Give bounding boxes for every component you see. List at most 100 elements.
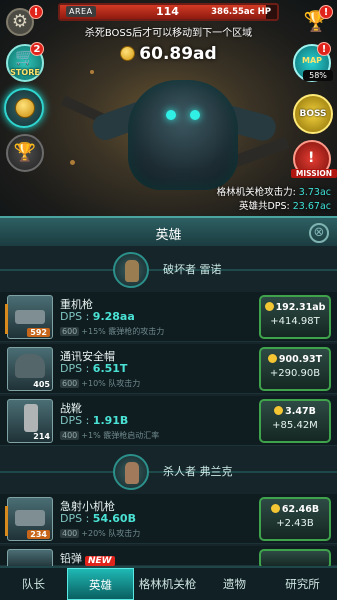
item-level: 234 bbox=[27, 530, 50, 539]
coin-icon bbox=[267, 354, 277, 363]
upgrade-gain: +2.43B bbox=[276, 518, 314, 529]
boots-icon bbox=[24, 404, 38, 432]
item-dps: DPS : 1.91B bbox=[60, 414, 128, 427]
hero-panel[interactable]: 英雄 ⊗ 破坏者 雷诺 592 重机枪 DPS : 9.28aa 600 +15%… bbox=[0, 216, 337, 569]
mission-button[interactable]: ! MISSION bbox=[291, 140, 337, 178]
bonus-level-tag: 400 bbox=[60, 529, 80, 538]
gold-bonus-button[interactable] bbox=[4, 88, 44, 128]
hero-name: 破坏者 雷诺 bbox=[163, 263, 222, 276]
trophy-icon: 🏆 bbox=[13, 142, 37, 163]
tab-gatling[interactable]: 格林机关枪 bbox=[134, 568, 201, 600]
helmet-icon bbox=[15, 354, 45, 378]
stat-value: 23.67ac bbox=[292, 201, 331, 212]
item-icon[interactable]: 214 bbox=[7, 399, 53, 443]
dps-label: DPS : bbox=[60, 414, 93, 427]
spark bbox=[70, 160, 75, 165]
upgrade-cost: 62.46B bbox=[261, 504, 329, 515]
map-alert-badge: ! bbox=[317, 42, 331, 56]
boss-eye bbox=[166, 110, 176, 120]
coin-icon bbox=[274, 406, 284, 415]
boss-eye bbox=[190, 110, 200, 120]
ranking-button[interactable]: 🏆 bbox=[6, 134, 44, 172]
item-level: 214 bbox=[33, 432, 50, 441]
alert-icon: ! bbox=[308, 150, 315, 166]
close-icon[interactable]: ⊗ bbox=[309, 223, 329, 243]
dps-value: 1.91B bbox=[92, 414, 129, 427]
tab-captain[interactable]: 队长 bbox=[0, 568, 67, 600]
dps-label: DPS : bbox=[60, 362, 93, 375]
item-dps: DPS : 6.51T bbox=[60, 362, 127, 375]
bonus-text: +15% 霰弹枪的攻击力 bbox=[81, 327, 165, 336]
stat-value: 3.73ac bbox=[298, 187, 331, 198]
upgrade-button[interactable]: 62.46B +2.43B bbox=[259, 497, 331, 541]
upgrade-gain: +85.42M bbox=[272, 420, 318, 431]
upgrade-button[interactable]: 192.31ab +414.98T bbox=[259, 295, 331, 339]
map-progress: 58% bbox=[303, 70, 333, 81]
achievement-alert-badge: ! bbox=[319, 5, 333, 19]
upgrade-gain: +290.90B bbox=[269, 368, 321, 379]
boss-label: BOSS bbox=[299, 109, 327, 119]
item-bonus: 600 +10% 队攻击力 bbox=[60, 378, 140, 389]
area-number: 114 bbox=[156, 5, 179, 18]
heavy-gun-icon bbox=[15, 310, 45, 324]
cost-value: 62.46B bbox=[281, 504, 320, 515]
upgrade-cost: 192.31ab bbox=[261, 302, 329, 313]
dps-value: 6.51T bbox=[92, 362, 128, 375]
hero-figure-icon bbox=[125, 260, 139, 282]
tab-research[interactable]: 研究所 bbox=[268, 568, 337, 600]
boss-button[interactable]: BOSS bbox=[293, 94, 333, 134]
item-bonus: 600 +15% 霰弹枪的攻击力 bbox=[60, 326, 164, 337]
level-stripe bbox=[5, 304, 8, 334]
cost-value: 900.93T bbox=[278, 354, 323, 365]
item-icon[interactable]: 592 bbox=[5, 295, 53, 339]
bonus-level-tag: 600 bbox=[60, 379, 80, 388]
panel-header: 英雄 ⊗ bbox=[0, 216, 337, 246]
coin-stack-icon bbox=[15, 98, 35, 118]
upgrade-button[interactable]: 3.47B +85.42M bbox=[259, 399, 331, 443]
spark bbox=[90, 70, 94, 74]
upgrade-cost: 900.93T bbox=[261, 354, 329, 365]
item-icon[interactable]: 234 bbox=[5, 497, 53, 541]
bonus-text: +1% 霰弹枪启动汇率 bbox=[81, 431, 160, 440]
gatling-attack-stat: 格林机关枪攻击力: 3.73ac bbox=[217, 184, 331, 198]
list-item: 405 通讯安全帽 DPS : 6.51T 600 +10% 队攻击力 900.9… bbox=[0, 344, 337, 394]
mission-label: MISSION bbox=[291, 169, 337, 178]
settings-alert-badge: ! bbox=[29, 5, 43, 19]
area-label: AREA bbox=[66, 6, 96, 17]
store-label: STORE bbox=[10, 68, 40, 77]
tab-relics[interactable]: 遗物 bbox=[201, 568, 268, 600]
new-badge: NEW bbox=[85, 556, 115, 566]
item-dps: DPS : 54.60B bbox=[60, 512, 136, 525]
tab-heroes[interactable]: 英雄 bbox=[67, 568, 134, 600]
item-name: 铅弹 bbox=[60, 552, 82, 565]
hero-header: 杀人者 弗兰克 bbox=[0, 454, 337, 490]
stat-label: 英雄共DPS: bbox=[238, 201, 293, 212]
hero-portrait[interactable] bbox=[113, 454, 149, 490]
boss-hint-text: 杀死BOSS后才可以移动到下一个区域 bbox=[84, 28, 253, 39]
stat-label: 格林机关枪攻击力: bbox=[216, 187, 299, 198]
area-hp-bar: AREA 114 386.55ac HP bbox=[58, 3, 279, 21]
bonus-text: +10% 队攻击力 bbox=[81, 379, 141, 388]
upgrade-cost: 3.47B bbox=[261, 406, 329, 417]
bonus-text: +20% 队攻击力 bbox=[81, 529, 141, 538]
hero-header: 破坏者 雷诺 bbox=[0, 252, 337, 288]
store-count-badge: 2 bbox=[30, 42, 44, 56]
hero-figure-icon bbox=[125, 462, 139, 484]
cost-value: 192.31ab bbox=[275, 302, 326, 313]
item-dps: DPS : 9.28aa bbox=[60, 310, 135, 323]
item-icon[interactable]: 405 bbox=[7, 347, 53, 391]
dps-value: 54.60B bbox=[92, 512, 136, 525]
item-bonus: 400 +1% 霰弹枪启动汇率 bbox=[60, 430, 159, 441]
boss-hp: 386.55ac HP bbox=[211, 7, 271, 17]
bonus-level-tag: 400 bbox=[60, 431, 80, 440]
upgrade-gain: +414.98T bbox=[270, 316, 320, 327]
bottom-tab-bar: 队长 英雄 格林机关枪 遗物 研究所 bbox=[0, 566, 337, 600]
hero-portrait[interactable] bbox=[113, 252, 149, 288]
panel-title: 英雄 bbox=[155, 228, 182, 243]
upgrade-button[interactable]: 900.93T +290.90B bbox=[259, 347, 331, 391]
item-level: 405 bbox=[33, 380, 50, 389]
level-stripe bbox=[5, 506, 8, 536]
cost-value: 3.47B bbox=[285, 406, 316, 417]
list-item: 592 重机枪 DPS : 9.28aa 600 +15% 霰弹枪的攻击力 192… bbox=[0, 292, 337, 342]
boss-monster[interactable] bbox=[128, 80, 238, 190]
